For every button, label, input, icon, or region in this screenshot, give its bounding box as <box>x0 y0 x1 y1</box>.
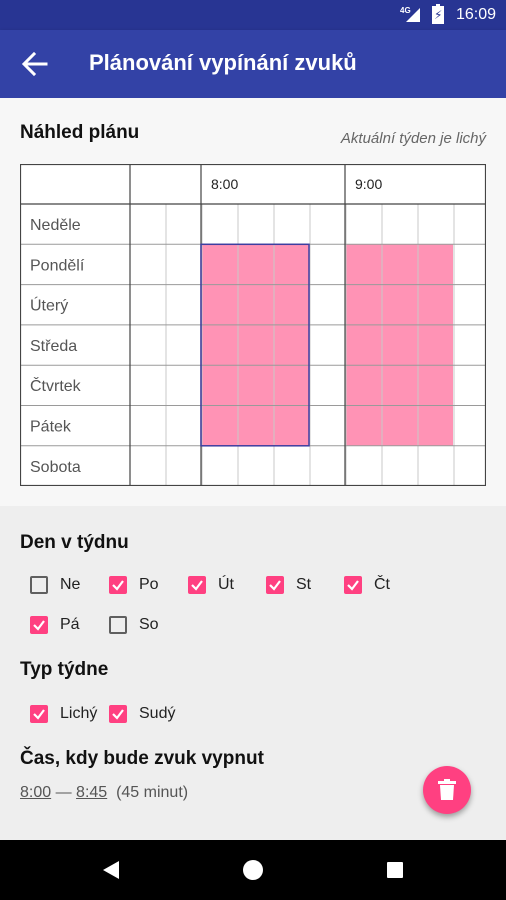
arrow-back-icon <box>21 51 48 77</box>
checkbox-checked-icon[interactable] <box>344 576 362 594</box>
checkbox-unchecked-icon[interactable] <box>109 616 127 634</box>
day-row-label: Sobota <box>30 459 81 476</box>
time-header-label: 9:00 <box>355 176 382 192</box>
nav-recents-icon[interactable] <box>387 862 403 878</box>
schedule-grid: 8:00 9:00 Neděle Pondělí Úterý Středa Čtvrtek P… <box>20 164 486 486</box>
day-row-label: Středa <box>30 338 77 355</box>
day-checkbox-pá[interactable]: Pá <box>30 612 80 638</box>
battery-icon: ⚡ <box>432 4 444 24</box>
week-type-checkbox-lichý[interactable]: Lichý <box>30 701 97 727</box>
checkbox-checked-icon[interactable] <box>109 705 127 723</box>
day-row-label: Úterý <box>30 296 68 315</box>
checkbox-label: Út <box>218 576 234 593</box>
checkbox-label: Po <box>139 576 159 593</box>
preview-title: Náhled plánu <box>20 122 140 143</box>
delete-button[interactable] <box>423 766 471 814</box>
checkbox-checked-icon[interactable] <box>109 576 127 594</box>
checkbox-label: Ne <box>60 576 81 593</box>
day-row-label: Pondělí <box>30 257 85 274</box>
time-dash: — <box>55 784 72 801</box>
checkbox-label: So <box>139 616 159 633</box>
checkbox-checked-icon[interactable] <box>30 616 48 634</box>
checkbox-label: Pá <box>60 616 80 633</box>
back-button[interactable] <box>16 48 52 80</box>
checkbox-label: Čt <box>374 576 390 593</box>
duration-text: (45 minut) <box>116 784 189 801</box>
app-bar: Plánování vypínání zvuků <box>0 30 506 98</box>
mute-time-title: Čas, kdy bude zvuk vypnut <box>20 748 264 769</box>
day-checkbox-út[interactable]: Út <box>188 572 234 598</box>
signal-icon <box>406 8 420 22</box>
schedule-preview: Náhled plánu Aktuální týden je lichý 8:0… <box>0 98 506 506</box>
checkbox-checked-icon[interactable] <box>188 576 206 594</box>
day-checkbox-st[interactable]: St <box>266 572 311 598</box>
time-header-label: 8:00 <box>211 176 238 192</box>
mute-time-range: 8:00 — 8:45 (45 minut) <box>20 784 188 802</box>
day-row-label: Pátek <box>30 419 72 436</box>
week-type-title: Typ týdne <box>20 659 109 680</box>
checkbox-checked-icon[interactable] <box>30 705 48 723</box>
day-checkbox-so[interactable]: So <box>109 612 159 638</box>
status-bar: 4G ⚡ 16:09 <box>0 0 506 30</box>
nav-home-icon[interactable] <box>243 860 263 880</box>
nav-back-icon[interactable] <box>103 861 119 879</box>
week-type-checkbox-sudý[interactable]: Sudý <box>109 701 175 727</box>
day-row-label: Neděle <box>30 217 81 234</box>
day-checkbox-ne[interactable]: Ne <box>30 572 80 598</box>
checkbox-label: Lichý <box>60 705 98 722</box>
schedule-block[interactable] <box>201 244 309 446</box>
day-checkbox-po[interactable]: Po <box>109 572 159 598</box>
checkbox-unchecked-icon[interactable] <box>30 576 48 594</box>
day-checkbox-čt[interactable]: Čt <box>344 572 390 598</box>
start-time-link[interactable]: 8:00 <box>20 784 51 801</box>
day-of-week-title: Den v týdnu <box>20 532 129 553</box>
checkbox-checked-icon[interactable] <box>266 576 284 594</box>
delete-icon <box>438 779 456 800</box>
checkbox-label: St <box>296 576 312 593</box>
system-nav-bar <box>0 840 506 900</box>
schedule-grid-svg: 8:00 9:00 Neděle Pondělí Úterý Středa Čtvrtek P… <box>20 164 486 486</box>
checkbox-label: Sudý <box>139 705 176 722</box>
app-title: Plánování vypínání zvuků <box>89 50 357 75</box>
schedule-block[interactable] <box>345 244 453 446</box>
week-parity-note: Aktuální týden je lichý <box>340 130 486 147</box>
status-time: 16:09 <box>455 6 496 23</box>
day-row-label: Čtvrtek <box>30 376 82 395</box>
end-time-link[interactable]: 8:45 <box>76 784 107 801</box>
